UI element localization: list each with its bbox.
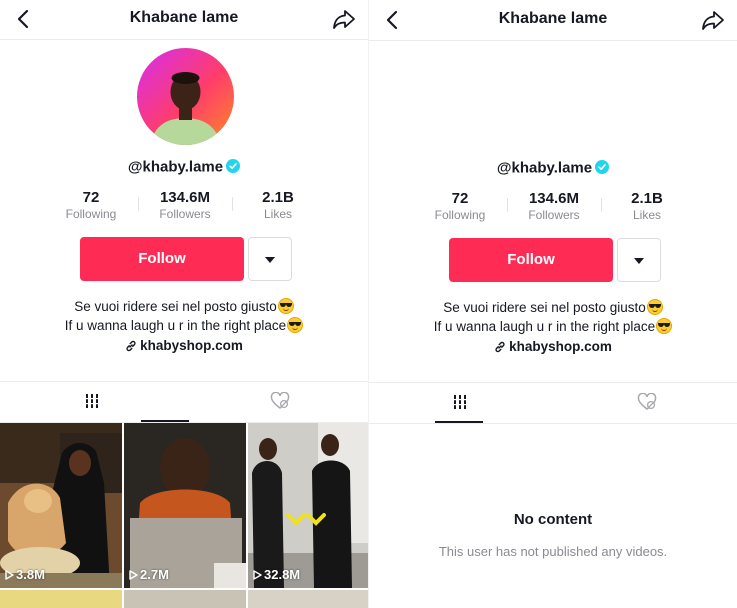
stats-row: 72 Following 134.6M Followers 2.1B Likes bbox=[52, 189, 316, 225]
share-icon[interactable] bbox=[332, 8, 356, 30]
stat-followers[interactable]: 134.6M Followers bbox=[515, 190, 593, 222]
avatar[interactable] bbox=[137, 48, 234, 145]
view-count-text: 2.7M bbox=[140, 567, 169, 582]
verified-badge-icon bbox=[595, 160, 610, 175]
liked-hidden-icon bbox=[637, 393, 657, 410]
view-count-text: 3.8M bbox=[16, 567, 45, 582]
stat-following[interactable]: 72 Following bbox=[421, 190, 499, 222]
view-count: 3.8M bbox=[5, 567, 45, 582]
more-options-button[interactable] bbox=[248, 237, 292, 281]
liked-hidden-icon bbox=[270, 392, 290, 409]
stat-value: 72 bbox=[82, 189, 100, 206]
follow-button[interactable]: Follow bbox=[449, 238, 613, 282]
sunglasses-emoji bbox=[277, 298, 294, 314]
more-options-button[interactable] bbox=[617, 238, 661, 282]
play-icon bbox=[253, 570, 262, 580]
profile-panel-left: Khabane lame @khaby.lame 72 Following 13… bbox=[0, 0, 368, 608]
sunglasses-emoji bbox=[656, 318, 673, 334]
tab-liked[interactable] bbox=[587, 383, 707, 423]
videos-grid-icon bbox=[85, 394, 99, 408]
stat-value: 134.6M bbox=[159, 189, 211, 206]
stat-label: Following bbox=[434, 208, 486, 222]
video-thumbnail[interactable] bbox=[0, 590, 122, 608]
stat-divider bbox=[601, 198, 602, 212]
username-text: @khaby.lame bbox=[127, 158, 224, 176]
stat-likes[interactable]: 2.1B Likes bbox=[240, 189, 316, 221]
page-title: Khabane lame bbox=[498, 10, 608, 27]
video-thumbnail[interactable]: 2.7M bbox=[124, 423, 246, 588]
stat-likes[interactable]: 2.1B Likes bbox=[609, 190, 685, 222]
top-bar: Khabane lame bbox=[0, 0, 368, 40]
stat-label: Followers bbox=[528, 208, 580, 222]
stat-followers[interactable]: 134.6M Followers bbox=[146, 189, 224, 221]
stats-row: 72 Following 134.6M Followers 2.1B Likes bbox=[421, 190, 685, 226]
sunglasses-emoji bbox=[287, 317, 304, 333]
username-text: @khaby.lame bbox=[496, 159, 593, 177]
bio-line-2: If u wanna laugh u r in the right place bbox=[433, 319, 656, 334]
link-icon bbox=[126, 340, 136, 352]
username: @khaby.lame bbox=[0, 158, 368, 176]
view-count-text: 32.8M bbox=[264, 567, 301, 582]
stat-divider bbox=[138, 197, 139, 211]
stat-value: 2.1B bbox=[631, 190, 663, 207]
tab-liked[interactable] bbox=[220, 382, 340, 422]
link-icon bbox=[495, 341, 505, 353]
video-thumbnail[interactable]: 32.8M bbox=[248, 423, 368, 588]
bio-line-1: Se vuoi ridere sei nel posto giusto bbox=[74, 299, 277, 314]
stat-label: Likes bbox=[263, 207, 292, 221]
profile-panel-right: Khabane lame @khaby.lame 72 Following 13… bbox=[369, 1, 737, 608]
profile-link[interactable]: khabyshop.com bbox=[369, 339, 737, 354]
bio-line-2: If u wanna laugh u r in the right place bbox=[64, 318, 287, 333]
stat-label: Followers bbox=[159, 207, 211, 221]
stat-label: Following bbox=[65, 207, 117, 221]
dropdown-triangle-icon bbox=[634, 258, 644, 264]
stat-value: 134.6M bbox=[528, 190, 580, 207]
verified-badge-icon bbox=[226, 159, 241, 174]
stat-value: 72 bbox=[451, 190, 469, 207]
content-tabs bbox=[0, 381, 368, 423]
dropdown-triangle-icon bbox=[265, 257, 275, 263]
video-grid: 3.8M 2.7M 32.8M bbox=[0, 423, 368, 608]
profile-link-text: khabyshop.com bbox=[140, 338, 243, 353]
play-icon bbox=[5, 570, 14, 580]
video-thumbnail[interactable] bbox=[124, 590, 246, 608]
stat-value: 2.1B bbox=[262, 189, 294, 206]
share-icon[interactable] bbox=[701, 9, 725, 31]
active-tab-indicator bbox=[141, 420, 189, 422]
video-thumbnail[interactable]: 3.8M bbox=[0, 423, 122, 588]
profile-link[interactable]: khabyshop.com bbox=[0, 338, 368, 353]
bio-line-1: Se vuoi ridere sei nel posto giusto bbox=[443, 300, 646, 315]
active-tab-indicator bbox=[435, 421, 483, 423]
videos-grid-icon bbox=[453, 395, 467, 409]
stat-following[interactable]: 72 Following bbox=[52, 189, 130, 221]
follow-button[interactable]: Follow bbox=[80, 237, 244, 281]
profile-link-text: khabyshop.com bbox=[509, 339, 612, 354]
play-icon bbox=[129, 570, 138, 580]
bio: Se vuoi ridere sei nel posto giusto If u… bbox=[369, 298, 737, 336]
username: @khaby.lame bbox=[369, 159, 737, 177]
stat-label: Likes bbox=[632, 208, 661, 222]
empty-state-title: No content bbox=[513, 511, 593, 528]
bio: Se vuoi ridere sei nel posto giusto If u… bbox=[0, 297, 368, 335]
view-count: 32.8M bbox=[253, 567, 300, 582]
video-thumbnail[interactable] bbox=[248, 590, 368, 608]
stat-divider bbox=[232, 197, 233, 211]
stat-divider bbox=[507, 198, 508, 212]
view-count: 2.7M bbox=[129, 567, 169, 582]
top-bar: Khabane lame bbox=[369, 1, 737, 41]
empty-state-subtitle: This user has not published any videos. bbox=[438, 544, 668, 559]
content-tabs bbox=[369, 382, 737, 424]
tab-videos[interactable] bbox=[401, 383, 521, 423]
sunglasses-emoji bbox=[646, 299, 663, 315]
tab-videos[interactable] bbox=[32, 382, 152, 422]
page-title: Khabane lame bbox=[129, 9, 239, 26]
